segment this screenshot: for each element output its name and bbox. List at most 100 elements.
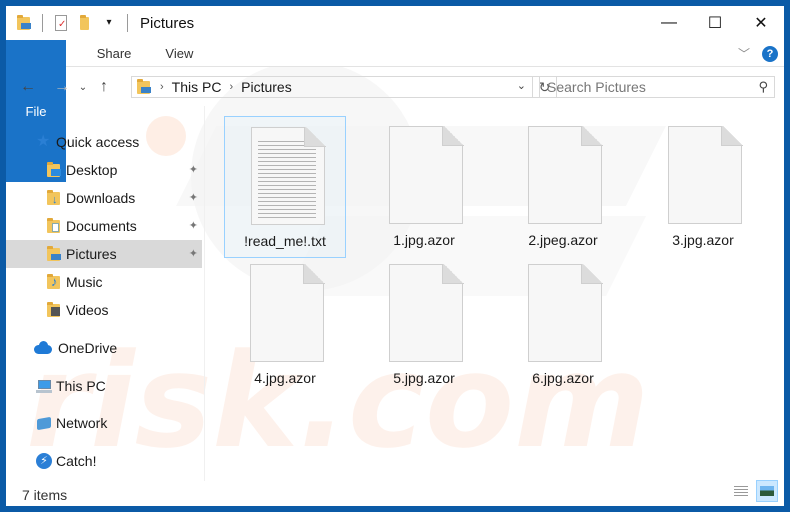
sidebar-item-label: This PC: [56, 378, 106, 394]
downloads-folder-icon: ↓: [46, 190, 62, 206]
sidebar-item-network[interactable]: Network: [6, 409, 202, 437]
desktop-folder-icon: [46, 162, 62, 178]
window-title: Pictures: [140, 14, 195, 32]
sidebar-item-documents[interactable]: Documents ✦: [6, 212, 202, 240]
catch-app-icon: ⚡: [36, 453, 52, 469]
checkmark-doc-icon[interactable]: ✓: [53, 15, 69, 31]
sidebar-item-label: Documents: [66, 218, 137, 234]
file-item[interactable]: 1.jpg.azor: [363, 116, 485, 258]
star-icon: ★: [36, 133, 51, 150]
breadcrumb-separator: ›: [229, 81, 234, 93]
pin-icon[interactable]: ✦: [189, 191, 198, 204]
pictures-folder-icon: [46, 246, 62, 262]
sidebar-item-desktop[interactable]: Desktop ✦: [6, 156, 202, 184]
sidebar-item-label: Videos: [66, 302, 109, 318]
address-bar[interactable]: › This PC › Pictures ⌄: [131, 76, 533, 98]
address-dropdown-icon[interactable]: ⌄: [517, 79, 526, 92]
folder-properties-icon[interactable]: [16, 15, 32, 31]
sidebar-item-label: Pictures: [66, 246, 117, 262]
tab-view[interactable]: View: [148, 40, 210, 66]
search-placeholder: Search Pictures: [547, 79, 646, 95]
forward-button[interactable]: →: [50, 78, 74, 96]
title-bar: ✓ ▾ Pictures — ☐ ✕: [6, 6, 784, 40]
large-icons-view-icon: [760, 486, 774, 496]
minimize-button[interactable]: —: [646, 6, 692, 40]
sidebar-item-label: Catch!: [56, 453, 97, 469]
sidebar-item-pictures[interactable]: Pictures ✦: [6, 240, 202, 268]
pin-icon[interactable]: ✦: [189, 163, 198, 176]
sidebar-item-catch[interactable]: ⚡ Catch!: [6, 447, 202, 475]
back-button[interactable]: ←: [16, 78, 40, 96]
sidebar-item-videos[interactable]: Videos: [6, 296, 202, 324]
file-item[interactable]: 3.jpg.azor: [642, 116, 764, 258]
file-item[interactable]: !read_me!.txt: [224, 116, 346, 258]
item-count: 7 items: [22, 487, 68, 503]
file-name: 4.jpg.azor: [254, 370, 316, 386]
sidebar-item-label: Downloads: [66, 190, 136, 206]
status-bar: 7 items: [6, 484, 784, 506]
sidebar-item-quick-access[interactable]: ★ Quick access: [6, 128, 202, 156]
computer-icon: [36, 378, 52, 394]
recent-locations-button[interactable]: ⌄: [74, 82, 92, 93]
breadcrumb-this-pc[interactable]: This PC: [172, 79, 222, 95]
file-name: 3.jpg.azor: [672, 232, 734, 248]
file-list: !read_me!.txt 1.jpg.azor 2.jpeg.azor 3.j…: [212, 106, 784, 484]
title-separator: [127, 14, 128, 32]
close-button[interactable]: ✕: [738, 6, 784, 40]
pictures-folder-icon: [136, 79, 152, 95]
file-item[interactable]: 5.jpg.azor: [363, 254, 485, 396]
maximize-button[interactable]: ☐: [692, 6, 738, 40]
file-name: 5.jpg.azor: [393, 370, 455, 386]
customize-dropdown-icon[interactable]: ▾: [101, 15, 117, 31]
page-fold-decoration: [721, 126, 743, 146]
page-fold-decoration: [581, 264, 603, 284]
sidebar-item-onedrive[interactable]: OneDrive: [6, 334, 202, 362]
navigation-pane: ★ Quick access Desktop ✦ ↓ Downloads ✦ D…: [6, 106, 204, 484]
quick-access-toolbar: ✓ ▾: [6, 14, 138, 32]
sidebar-item-label: Network: [56, 415, 108, 431]
pane-divider[interactable]: [204, 106, 205, 481]
up-button[interactable]: ↑: [92, 78, 116, 96]
file-name: 6.jpg.azor: [532, 370, 594, 386]
file-item[interactable]: 4.jpg.azor: [224, 254, 346, 396]
pin-icon[interactable]: ✦: [189, 247, 198, 260]
sidebar-item-label: OneDrive: [58, 340, 118, 356]
text-lines-decoration: [258, 141, 316, 221]
file-name: 2.jpeg.azor: [528, 232, 598, 248]
page-fold-decoration: [442, 264, 464, 284]
toolbar-separator: [42, 14, 43, 32]
sidebar-item-this-pc[interactable]: This PC: [6, 372, 202, 400]
file-item[interactable]: 2.jpeg.azor: [502, 116, 624, 258]
expand-ribbon-icon[interactable]: ﹀: [738, 45, 750, 62]
tab-share[interactable]: Share: [80, 40, 149, 66]
breadcrumb-separator: ›: [160, 81, 164, 93]
page-fold-decoration: [581, 126, 603, 146]
view-switcher: [730, 480, 778, 502]
file-item[interactable]: 6.jpg.azor: [502, 254, 624, 396]
page-fold-decoration: [303, 264, 325, 284]
sidebar-item-label: Music: [66, 274, 103, 290]
page-fold-decoration: [304, 127, 326, 147]
large-icons-view-button[interactable]: [756, 480, 778, 502]
window-controls: — ☐ ✕: [646, 6, 784, 40]
network-icon: [36, 415, 52, 431]
help-icon[interactable]: ?: [762, 45, 778, 62]
page-fold-decoration: [442, 126, 464, 146]
search-input[interactable]: Search Pictures ⚲: [539, 76, 775, 98]
music-folder-icon: ♪: [46, 274, 62, 290]
file-name: !read_me!.txt: [244, 233, 326, 249]
file-name: 1.jpg.azor: [393, 232, 455, 248]
details-view-button[interactable]: [730, 480, 752, 502]
navigation-bar: ← → ⌄ ↑ › This PC › Pictures ⌄ ↻ Search …: [6, 68, 784, 106]
sidebar-item-downloads[interactable]: ↓ Downloads ✦: [6, 184, 202, 212]
breadcrumb-pictures[interactable]: Pictures: [241, 79, 292, 95]
sidebar-item-music[interactable]: ♪ Music: [6, 268, 202, 296]
details-view-icon: [734, 485, 748, 497]
search-icon[interactable]: ⚲: [758, 79, 768, 95]
pin-icon[interactable]: ✦: [189, 219, 198, 232]
sidebar-item-label: Quick access: [56, 134, 140, 150]
new-folder-icon[interactable]: [77, 15, 93, 31]
videos-folder-icon: [46, 302, 62, 318]
explorer-window: risk.com ✓ ▾ Pictures — ☐ ✕ File Share V…: [6, 6, 784, 506]
sidebar-item-label: Desktop: [66, 162, 118, 178]
